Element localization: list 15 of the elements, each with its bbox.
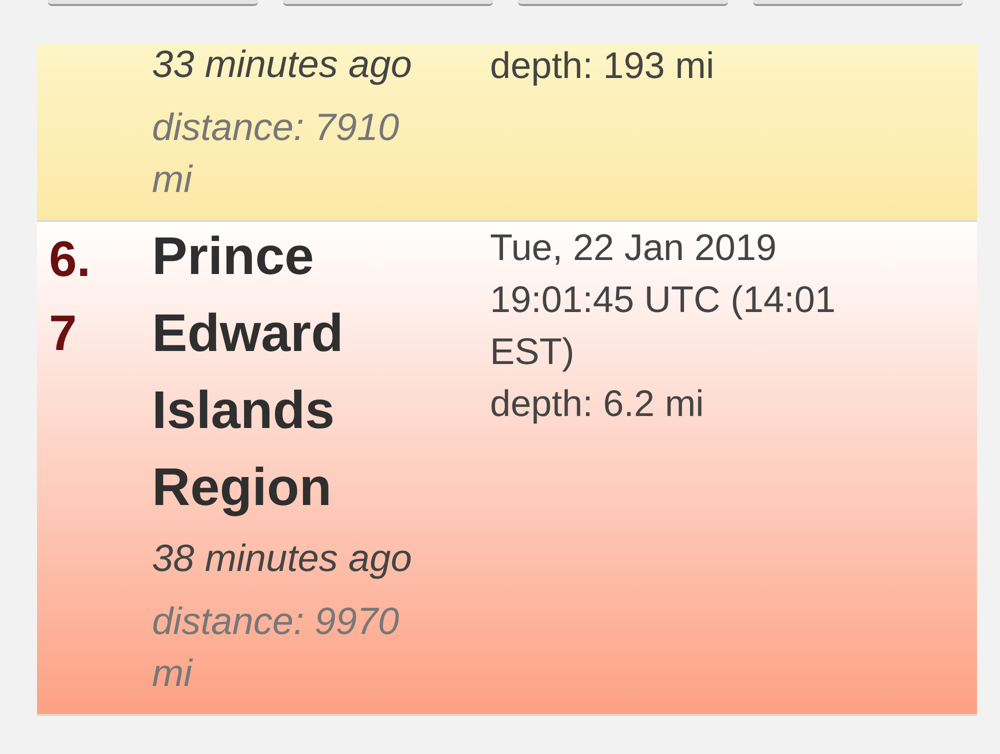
time-ago: 33 minutes ago xyxy=(152,43,413,88)
filter-button[interactable] xyxy=(753,0,963,6)
depth-text: depth: 193 mi xyxy=(490,44,716,88)
quake-row[interactable]: 33 minutes ago distance: 7910 mi depth: 193 mi xyxy=(37,44,977,222)
filter-button[interactable] xyxy=(48,0,258,6)
magnitude: 6.7 xyxy=(49,230,92,363)
distance-text: distance: 9970 mi xyxy=(152,600,400,697)
region-title: Prince Edward Islands Region xyxy=(152,226,344,519)
date-time: Tue, 22 Jan 2019 19:01:45 UTC (14:01 EST) xyxy=(490,226,837,374)
distance-text: distance: 7910 mi xyxy=(152,106,400,203)
filter-button[interactable] xyxy=(283,0,493,6)
filter-button[interactable] xyxy=(518,0,728,6)
time-ago: 38 minutes ago xyxy=(152,537,413,582)
depth-text: depth: 6.2 mi xyxy=(490,382,705,426)
quake-row[interactable]: 6.7 Prince Edward Islands Region 38 minutes ago distance: 9970 mi Tue, 22 Jan 2019 19:01:45 UTC (14:01 EST) depth: 6.2 mi xyxy=(37,222,977,716)
